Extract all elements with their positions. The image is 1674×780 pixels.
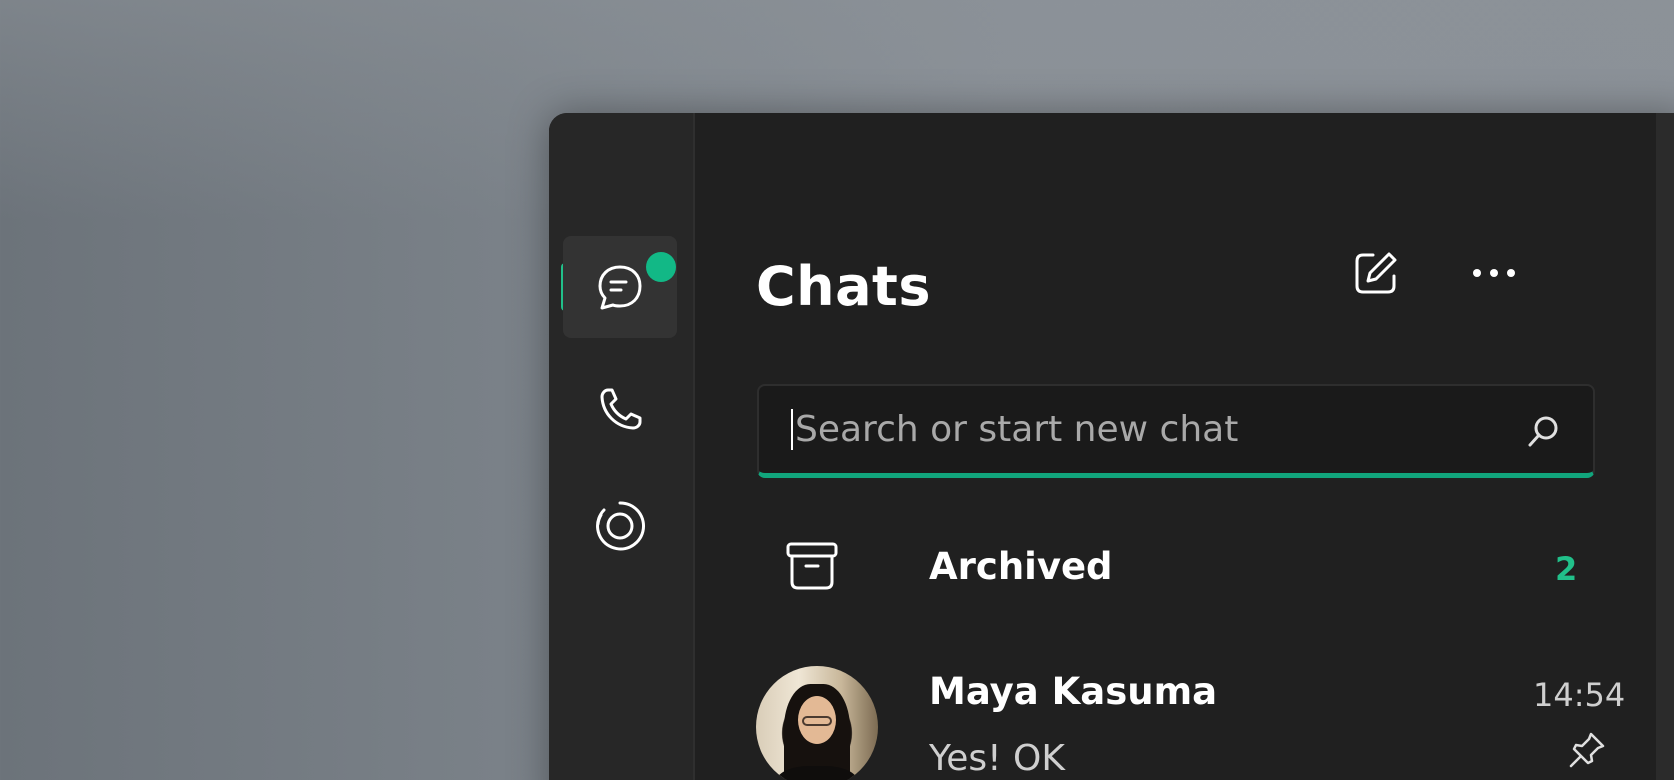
more-options-icon	[1473, 269, 1515, 277]
archive-icon	[784, 538, 840, 598]
phone-icon	[600, 388, 642, 430]
rail-item-status[interactable]	[563, 475, 677, 577]
new-chat-button[interactable]	[1344, 241, 1408, 305]
last-message: Yes! OK	[929, 738, 1065, 779]
rail-item-calls[interactable]	[563, 359, 677, 461]
search-box	[757, 384, 1595, 478]
chat-timestamp: 14:54	[1533, 676, 1626, 714]
window-edge	[1656, 113, 1674, 780]
archived-label: Archived	[929, 545, 1113, 588]
avatar	[756, 666, 878, 780]
unread-badge	[646, 252, 676, 282]
app-window: Chats Search or start new chat Archived …	[549, 113, 1674, 780]
chat-icon	[598, 265, 642, 310]
more-options-button[interactable]	[1462, 241, 1526, 305]
contact-name: Maya Kasuma	[929, 670, 1218, 713]
archived-count-badge: 2	[1555, 550, 1578, 588]
search-input[interactable]	[791, 409, 1491, 450]
status-icon	[596, 501, 646, 551]
chat-list-pane: Chats Search or start new chat Archived …	[695, 113, 1674, 780]
search-button[interactable]	[1523, 412, 1563, 452]
page-title: Chats	[756, 255, 931, 318]
new-chat-icon	[1355, 252, 1397, 294]
archived-row[interactable]	[695, 505, 1674, 625]
rail-item-chats[interactable]	[563, 236, 677, 338]
search-icon	[1528, 416, 1558, 447]
pin-icon	[1567, 730, 1607, 774]
navigation-rail	[549, 113, 695, 780]
